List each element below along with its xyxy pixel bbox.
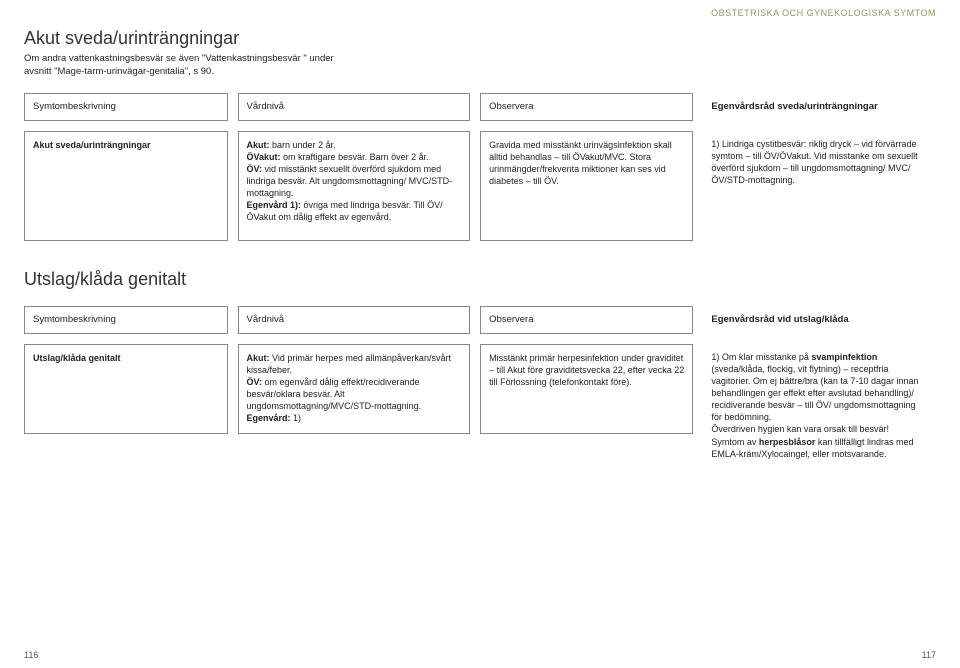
s2-cell-symptom: Utslag/klåda genitalt <box>24 344 228 434</box>
s2-care-ov-text: om egenvård dålig effekt/recidiverande b… <box>247 377 422 411</box>
section1-header-row: Symtombeskrivning Vårdnivå Observera Ege… <box>24 93 936 121</box>
s2-header-selfcare: Egenvårdsråd vid utslag/klåda <box>703 306 936 334</box>
s1-care-ovakut-text: om kraftigare besvär. Barn över 2 år. <box>281 152 429 162</box>
s2-care-akut-text: Vid primär herpes med allmänpåverkan/svå… <box>247 353 451 375</box>
s2-care-akut-label: Akut: <box>247 353 270 363</box>
s1-header-careLevel: Vårdnivå <box>238 93 471 121</box>
s1-care-ovakut-label: ÖVakut: <box>247 152 281 162</box>
page-footer: 116 117 <box>24 650 936 660</box>
s2-selfcare-p2: Överdriven hygien kan vara orsak till be… <box>711 423 928 435</box>
section2-header-row: Symtombeskrivning Vårdnivå Observera Ege… <box>24 306 936 334</box>
s1-cell-observe: Gravida med misstänkt urinvägsinfektion … <box>480 131 693 241</box>
s2-header-symptom: Symtombeskrivning <box>24 306 228 334</box>
s2-selfcare-p3a: Symtom av <box>711 437 759 447</box>
s1-care-selfcare-label: Egenvård 1): <box>247 200 302 210</box>
section1-title: Akut sveda/urinträngningar <box>24 28 936 49</box>
s2-selfcare-p1c: (sveda/klåda, flockig, vit flytning) – r… <box>711 364 918 423</box>
s1-cell-careLevel: Akut: barn under 2 år. ÖVakut: om krafti… <box>238 131 471 241</box>
page-category-banner: OBSTETRISKA OCH GYNEKOLOGISKA SYMTOM <box>24 0 936 22</box>
s2-selfcare-p1a: 1) Om klar misstanke på <box>711 352 811 362</box>
s2-care-selfcare-text: 1) <box>291 413 302 423</box>
s1-cell-symptom: Akut sveda/urinträngningar <box>24 131 228 241</box>
s2-symptom-label: Utslag/klåda genitalt <box>33 353 121 363</box>
s1-cell-selfcare: 1) Lindriga cystitbesvär: riklig dryck –… <box>703 131 936 241</box>
s2-selfcare-p1b: svampinfektion <box>811 352 877 362</box>
s2-cell-observe: Misstänkt primär herpesinfektion under g… <box>480 344 693 434</box>
s2-care-ov-label: ÖV: <box>247 377 263 387</box>
s2-cell-selfcare: 1) Om klar misstanke på svampinfektion (… <box>703 344 936 467</box>
page-number-left: 116 <box>24 650 38 660</box>
s2-header-careLevel: Vårdnivå <box>238 306 471 334</box>
s1-care-akut-label: Akut: <box>247 140 270 150</box>
s2-care-selfcare-label: Egenvård: <box>247 413 291 423</box>
s1-header-symptom: Symtombeskrivning <box>24 93 228 121</box>
s2-selfcare-p1: 1) Om klar misstanke på svampinfektion (… <box>711 351 928 424</box>
s1-care-ov-text: vid misstänkt sexuellt överförd sjukdom … <box>247 164 453 198</box>
section2-title: Utslag/klåda genitalt <box>24 269 936 290</box>
s1-symptom-label: Akut sveda/urinträngningar <box>33 140 151 150</box>
section1-intro: Om andra vattenkastningsbesvär se även "… <box>24 53 334 79</box>
s2-selfcare-p3b: herpesblåsor <box>759 437 816 447</box>
section1-body-row: Akut sveda/urinträngningar Akut: barn un… <box>24 131 936 241</box>
page-number-right: 117 <box>922 650 936 660</box>
s1-care-ov-label: ÖV: <box>247 164 263 174</box>
s1-header-observe: Observera <box>480 93 693 121</box>
s2-cell-careLevel: Akut: Vid primär herpes med allmänpåverk… <box>238 344 471 434</box>
s1-care-akut-text: barn under 2 år. <box>270 140 336 150</box>
s1-header-selfcare: Egenvårdsråd sveda/urinträngningar <box>703 93 936 121</box>
section2-body-row: Utslag/klåda genitalt Akut: Vid primär h… <box>24 344 936 467</box>
s2-selfcare-p3: Symtom av herpesblåsor kan tillfälligt l… <box>711 436 928 460</box>
s2-header-observe: Observera <box>480 306 693 334</box>
